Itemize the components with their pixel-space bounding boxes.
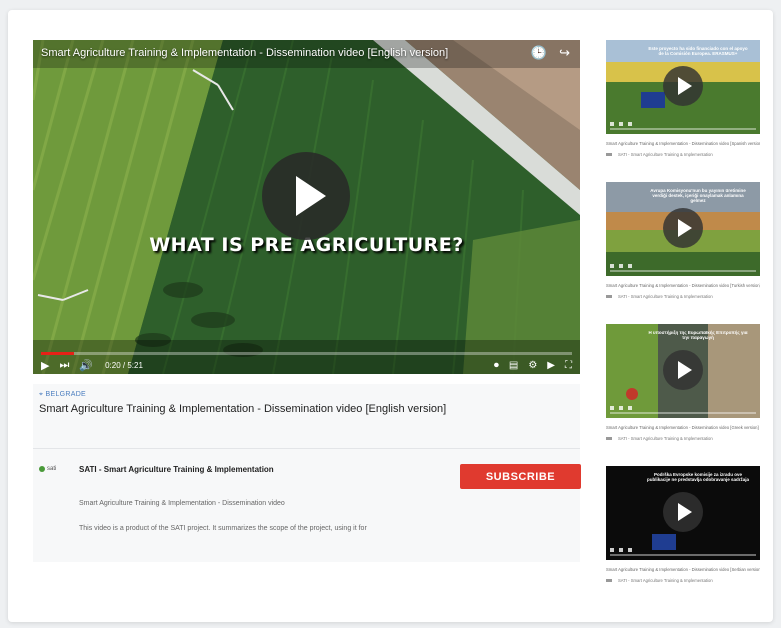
subscribe-button[interactable]: SUBSCRIBE: [460, 464, 581, 489]
related-video-title[interactable]: Smart Agriculture Training & Implementat…: [606, 283, 760, 288]
thumbnail-controls: [610, 122, 756, 127]
channel-name[interactable]: SATI - Smart Agriculture Training & Impl…: [79, 465, 274, 474]
channel-logo-icon: [606, 437, 612, 441]
related-video-channel: SATI - Smart Agriculture Training & Impl…: [606, 578, 760, 583]
video-player[interactable]: Smart Agriculture Training & Implementat…: [33, 40, 580, 374]
thumbnail-progress: [610, 412, 756, 414]
video-title-overlay[interactable]: Smart Agriculture Training & Implementat…: [41, 47, 448, 59]
thumbnail-caption: Podrška Evropske komisije za izradu ove …: [646, 472, 750, 482]
youtube-logo-icon[interactable]: ▶: [547, 360, 555, 371]
play-icon[interactable]: [663, 208, 703, 248]
time-display: 0:20 / 5:21: [105, 360, 143, 370]
subtitles-icon[interactable]: ▤: [509, 360, 518, 371]
related-video-channel: SATI - Smart Agriculture Training & Impl…: [606, 294, 760, 299]
location-pin-icon: ⌖: [39, 391, 44, 398]
next-icon[interactable]: ⏭: [59, 359, 69, 372]
play-icon[interactable]: [663, 66, 703, 106]
volume-icon[interactable]: 🔊: [79, 359, 93, 372]
clock-icon[interactable]: 🕒: [531, 45, 547, 61]
channel-logo-icon: [606, 579, 612, 583]
thumbnail-controls: [610, 406, 756, 411]
related-channel-name: SATI - Smart Agriculture Training & Impl…: [618, 294, 713, 299]
progress-fill: [41, 352, 75, 355]
share-icon[interactable]: ↪: [559, 45, 570, 61]
related-video-channel: SATI - Smart Agriculture Training & Impl…: [606, 436, 760, 441]
logo-mark-icon: [39, 466, 45, 472]
play-button-large[interactable]: [262, 152, 350, 240]
play-icon[interactable]: [663, 492, 703, 532]
channel-logo[interactable]: sati: [39, 466, 63, 480]
related-channel-name: SATI - Smart Agriculture Training & Impl…: [618, 152, 713, 157]
thumbnail-progress: [610, 128, 756, 130]
play-icon[interactable]: ▶: [41, 359, 49, 372]
location-text: BELGRADE: [45, 391, 87, 398]
channel-logo-icon: [606, 153, 612, 157]
fullscreen-icon[interactable]: ⛶: [565, 360, 572, 371]
thumbnail-caption: Η υποστήριξη της Ευρωπαϊκής Επιτροπής γι…: [648, 330, 748, 340]
settings-icon[interactable]: ⚙: [528, 360, 537, 371]
related-channel-name: SATI - Smart Agriculture Training & Impl…: [618, 578, 713, 583]
related-video-channel: SATI - Smart Agriculture Training & Impl…: [606, 152, 760, 157]
video-title[interactable]: Smart Agriculture Training & Implementat…: [39, 403, 446, 415]
divider: [33, 448, 580, 449]
related-video-title[interactable]: Smart Agriculture Training & Implementat…: [606, 425, 760, 430]
related-video-title[interactable]: Smart Agriculture Training & Implementat…: [606, 141, 760, 146]
top-icons: 🕒 ↪: [531, 45, 570, 61]
location-label: ⌖ BELGRADE: [39, 391, 86, 399]
related-channel-name: SATI - Smart Agriculture Training & Impl…: [618, 436, 713, 441]
video-thumbnail[interactable]: Η υποστήριξη της Ευρωπαϊκής Επιτροπής γι…: [606, 324, 760, 418]
thumbnail-progress: [610, 270, 756, 272]
related-video-item[interactable]: Podrška Evropske komisije za izradu ove …: [606, 466, 760, 583]
progress-bar[interactable]: [41, 352, 572, 355]
description-line-2: This video is a product of the SATI proj…: [79, 525, 367, 532]
thumbnail-controls: [610, 548, 756, 553]
play-icon[interactable]: [663, 350, 703, 390]
autoplay-toggle-icon[interactable]: ⏺: [494, 360, 499, 371]
video-thumbnail[interactable]: Este proyecto ha sido financiado con el …: [606, 40, 760, 134]
description-line-1: Smart Agriculture Training & Implementat…: [79, 500, 285, 507]
thumbnail-caption: Este proyecto ha sido financiado con el …: [648, 46, 748, 56]
related-video-item[interactable]: Este proyecto ha sido financiado con el …: [606, 40, 760, 157]
video-thumbnail[interactable]: Avrupa Komisyonu'nun bu yayının üretimin…: [606, 182, 760, 276]
channel-logo-icon: [606, 295, 612, 299]
thumbnail-controls: [610, 264, 756, 269]
thumbnail-caption: Avrupa Komisyonu'nun bu yayının üretimin…: [650, 188, 746, 203]
related-video-item[interactable]: Η υποστήριξη της Ευρωπαϊκής Επιτροπής γι…: [606, 324, 760, 441]
related-video-item[interactable]: Avrupa Komisyonu'nun bu yayının üretimin…: [606, 182, 760, 299]
logo-text: sati: [47, 466, 57, 472]
player-controls: ▶ ⏭ 🔊 0:20 / 5:21 ⏺ ▤ ⚙ ▶ ⛶: [41, 358, 572, 372]
video-thumbnail[interactable]: Podrška Evropske komisije za izradu ove …: [606, 466, 760, 560]
related-video-title[interactable]: Smart Agriculture Training & Implementat…: [606, 567, 760, 572]
thumbnail-progress: [610, 554, 756, 556]
video-info-panel: ⌖ BELGRADE Smart Agriculture Training & …: [33, 384, 581, 562]
